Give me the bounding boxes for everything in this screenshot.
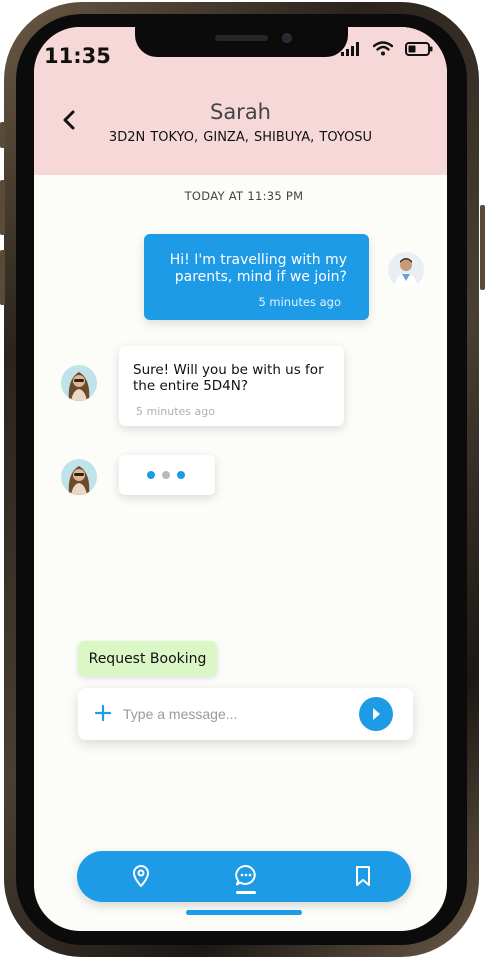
message-line: parents, mind if we join? bbox=[174, 269, 347, 285]
contact-avatar-image bbox=[61, 365, 97, 401]
message-text: Sure! Will you be with us for the entire… bbox=[133, 362, 324, 394]
message-text: Hi! I'm travelling with my parents, mind… bbox=[170, 252, 347, 286]
phone-side-button-left-1 bbox=[0, 122, 5, 148]
battery-icon bbox=[405, 41, 433, 56]
avatar-sarah[interactable] bbox=[61, 365, 97, 401]
plus-icon[interactable] bbox=[93, 703, 113, 723]
bookmark-icon[interactable] bbox=[351, 863, 375, 889]
avatar-sarah-typing[interactable] bbox=[61, 459, 97, 495]
user-avatar-image bbox=[388, 252, 424, 288]
speaker-grille bbox=[215, 35, 268, 41]
message-line: the entire 5D4N? bbox=[133, 378, 249, 394]
active-tab-indicator bbox=[236, 891, 256, 894]
front-camera bbox=[282, 33, 292, 43]
typing-dot bbox=[147, 471, 155, 479]
status-time: 11:35 bbox=[44, 44, 111, 68]
message-line: Sure! Will you be with us for bbox=[133, 362, 324, 378]
chat-bubble-icon[interactable] bbox=[234, 863, 258, 889]
message-bubble-outgoing: Hi! I'm travelling with my parents, mind… bbox=[144, 234, 369, 320]
date-separator: TODAY AT 11:35 PM bbox=[184, 189, 304, 203]
send-button[interactable] bbox=[359, 697, 393, 731]
wifi-icon bbox=[373, 41, 393, 56]
phone-side-button-right bbox=[480, 205, 485, 290]
bottom-tab-bar bbox=[77, 851, 411, 902]
message-input[interactable] bbox=[123, 701, 353, 727]
contact-avatar-image bbox=[61, 459, 97, 495]
message-bubble-incoming: Sure! Will you be with us for the entire… bbox=[119, 346, 344, 426]
phone-notch bbox=[135, 27, 348, 57]
phone-side-button-left-2 bbox=[0, 180, 5, 235]
phone-side-button-left-3 bbox=[0, 250, 5, 305]
request-booking-button[interactable]: Request Booking bbox=[78, 641, 217, 676]
location-pin-icon[interactable] bbox=[129, 863, 153, 889]
send-arrow-icon bbox=[373, 708, 380, 720]
typing-dot bbox=[177, 471, 185, 479]
message-timestamp: 5 minutes ago bbox=[136, 405, 215, 418]
message-timestamp: 5 minutes ago bbox=[258, 295, 341, 309]
home-indicator[interactable] bbox=[186, 910, 302, 915]
typing-dot bbox=[162, 471, 170, 479]
typing-indicator bbox=[119, 455, 215, 495]
message-line: Hi! I'm travelling with my bbox=[169, 252, 347, 268]
message-composer bbox=[78, 688, 413, 740]
trip-subtitle: 3D2N TOKYO, GINZA, SHIBUYA, TOYOSU bbox=[108, 130, 373, 145]
chat-title: Sarah bbox=[209, 100, 271, 124]
avatar-self[interactable] bbox=[388, 252, 424, 288]
app-screen: 11:35 Sarah 3D2N TOKYO, GINZA, SHIBUYA, … bbox=[34, 27, 447, 931]
status-icons bbox=[341, 41, 433, 56]
